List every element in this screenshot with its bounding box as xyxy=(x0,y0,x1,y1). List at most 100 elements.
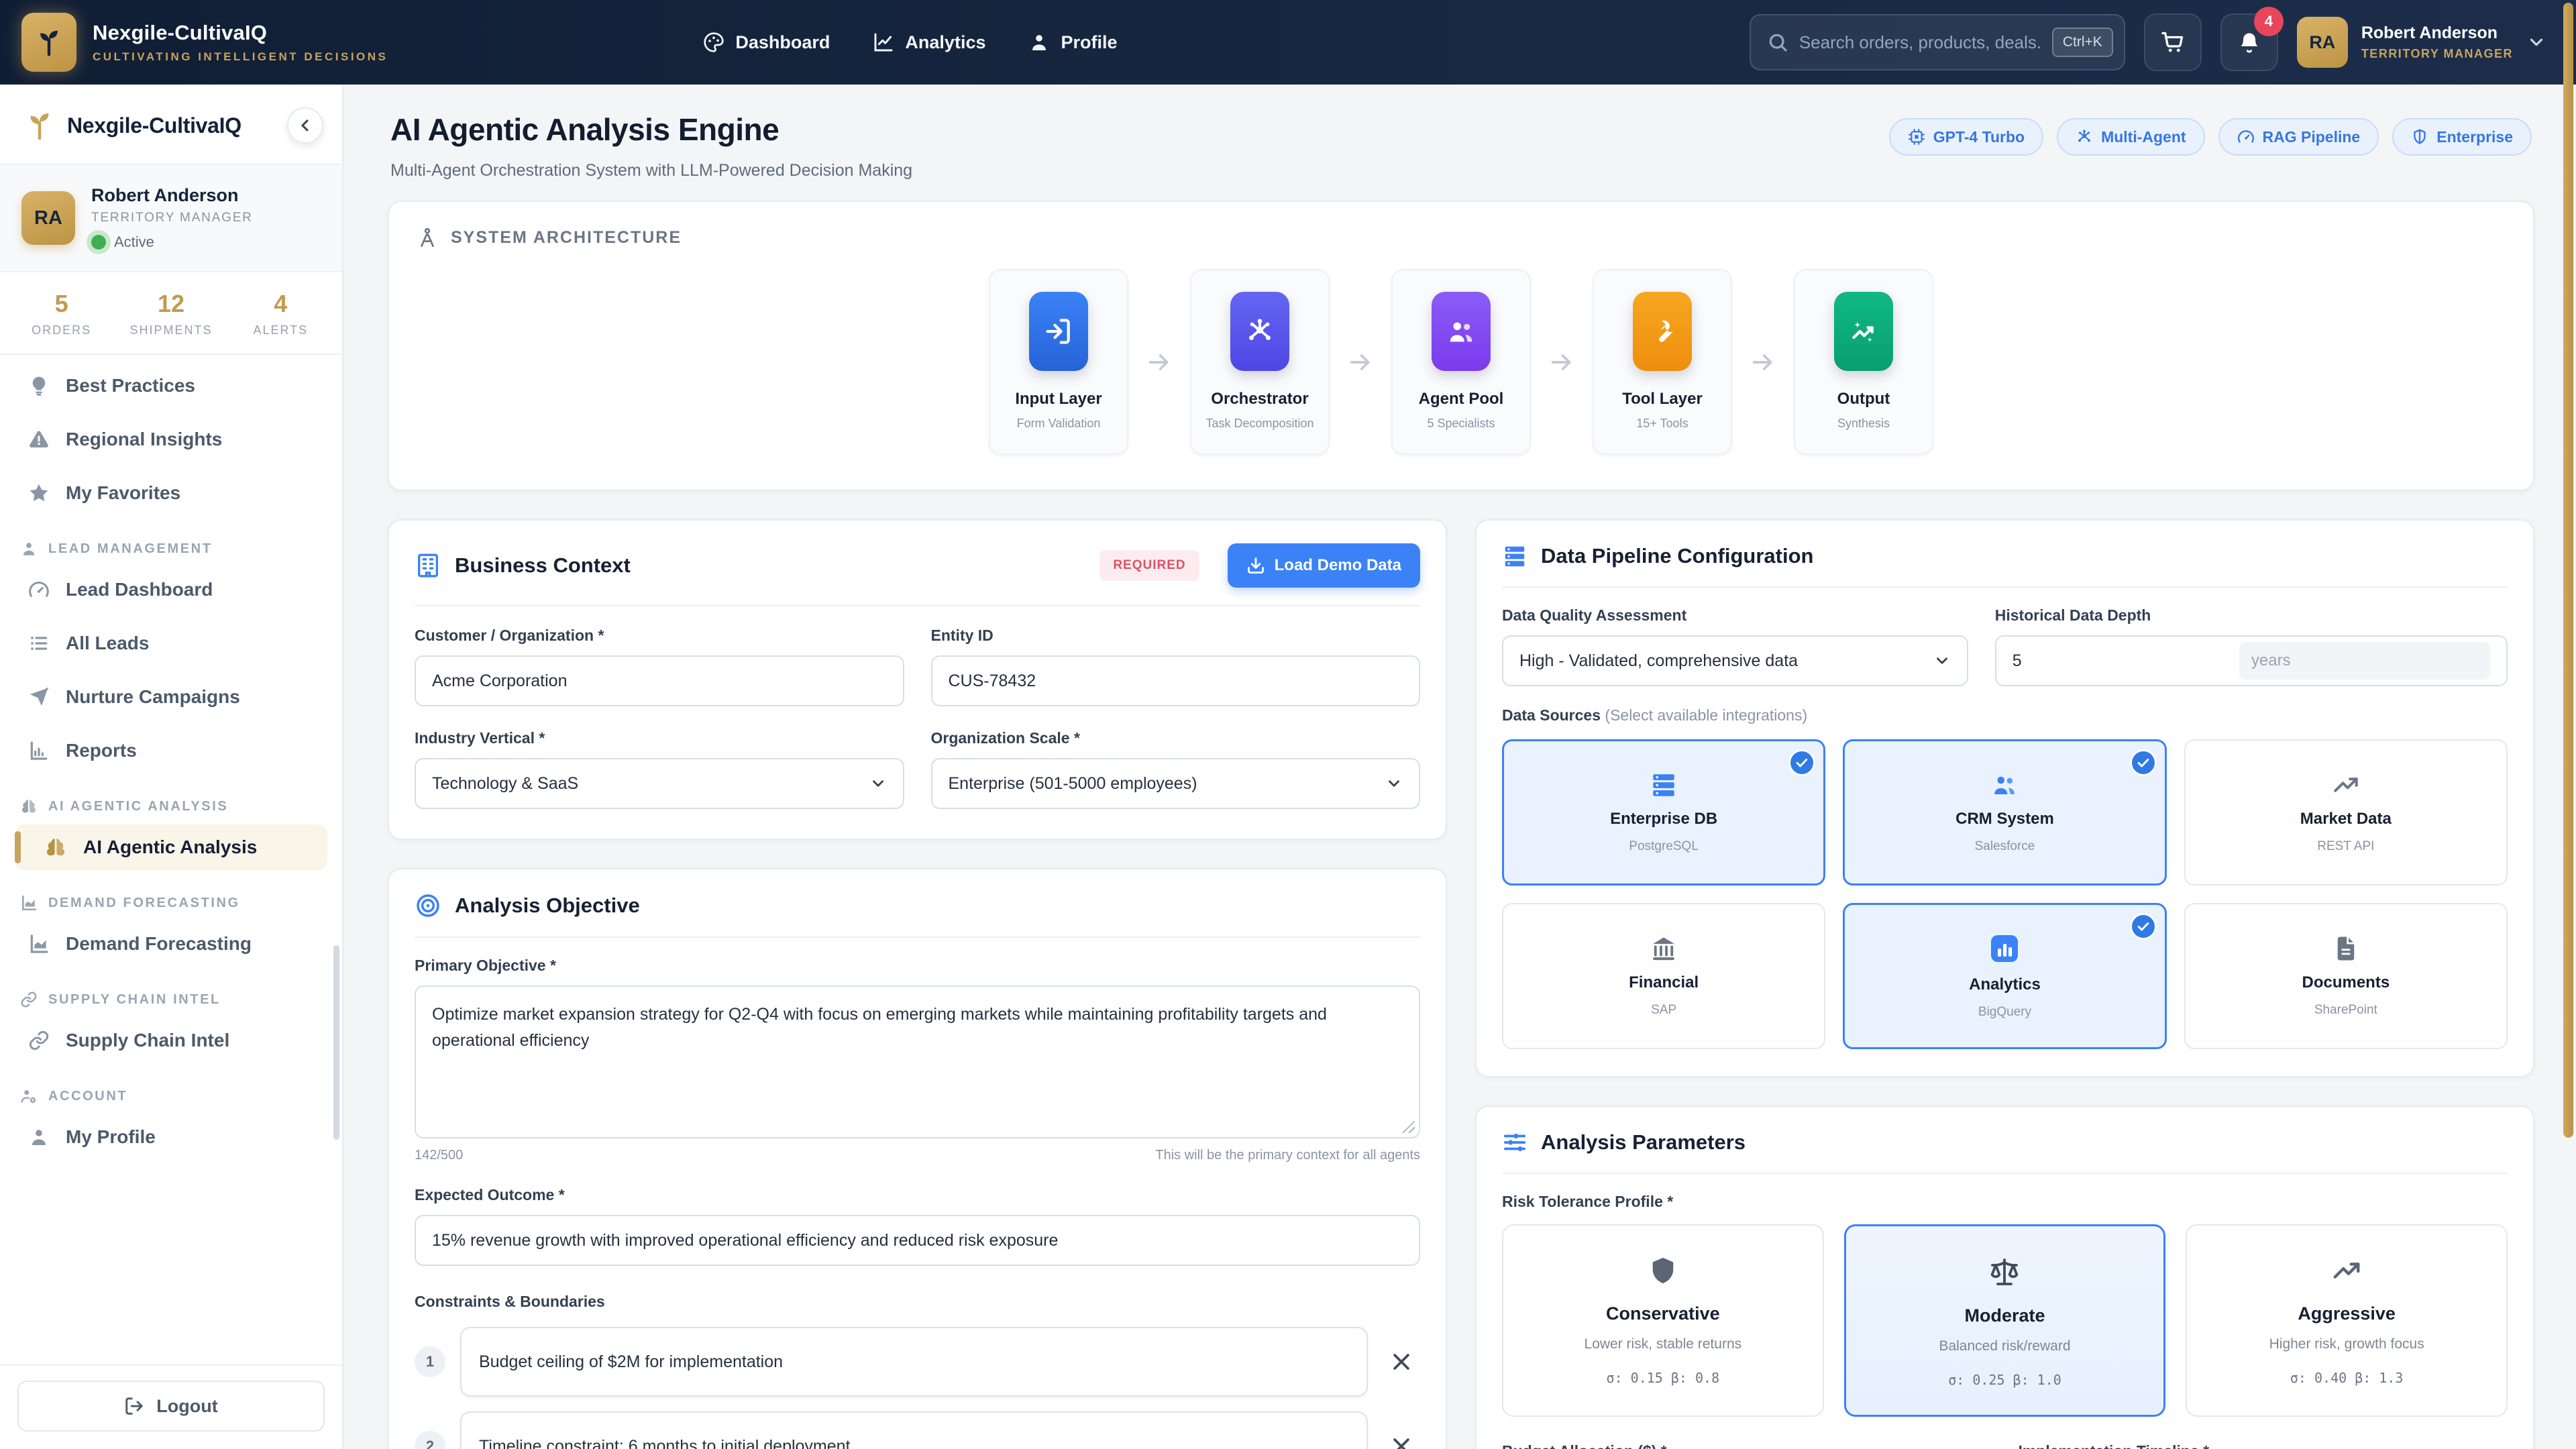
risk-conservative[interactable]: Conservative Lower risk, stable returns … xyxy=(1502,1224,1824,1417)
customer-input[interactable] xyxy=(415,655,904,706)
source-market-data[interactable]: Market Data REST API xyxy=(2184,739,2508,885)
user-menu[interactable]: RA Robert Anderson TERRITORY MANAGER xyxy=(2297,17,2546,68)
data-pipeline-card: Data Pipeline Configuration Data Quality… xyxy=(1475,519,2534,1077)
customer-label: Customer / Organization * xyxy=(415,627,904,645)
sidebar-item-best-practices[interactable]: Best Practices xyxy=(15,363,327,409)
node-sublabel: Synthesis xyxy=(1837,417,1890,431)
entity-id-input[interactable] xyxy=(931,655,1421,706)
badge-label: Multi-Agent xyxy=(2101,128,2186,146)
sidebar-item-label: Reports xyxy=(66,740,137,761)
historical-depth-input[interactable] xyxy=(2012,651,2239,671)
close-icon xyxy=(1390,1350,1413,1373)
timeline-label: Implementation Timeline * xyxy=(2019,1442,2508,1449)
cart-icon xyxy=(2161,30,2185,54)
nav-link-profile[interactable]: Profile xyxy=(1028,32,1117,53)
org-scale-label: Organization Scale * xyxy=(931,729,1421,747)
notifications-button[interactable]: 4 xyxy=(2220,13,2278,71)
card-title: Analysis Objective xyxy=(455,894,640,918)
check-icon xyxy=(2130,749,2157,776)
badge-rag-pipeline: RAG Pipeline xyxy=(2218,118,2379,156)
sidebar-scrollbar[interactable] xyxy=(333,945,339,1140)
org-scale-select[interactable]: Enterprise (501-5000 employees) xyxy=(931,758,1421,809)
sidebar-brand: Nexgile-CultivaIQ xyxy=(67,113,241,138)
arch-node-output: Output Synthesis xyxy=(1794,269,1933,455)
sidebar-item-reports[interactable]: Reports xyxy=(15,728,327,773)
section-title: LEAD MANAGEMENT xyxy=(48,541,213,557)
source-enterprise-db[interactable]: Enterprise DB PostgreSQL xyxy=(1502,739,1825,885)
historical-depth-field: years xyxy=(1995,635,2508,686)
lightbulb-icon xyxy=(28,375,50,396)
search-input[interactable] xyxy=(1799,32,2041,53)
page-scrollbar[interactable] xyxy=(2563,3,2573,1138)
stat-label: ALERTS xyxy=(226,323,335,337)
sidebar-item-nurture-campaigns[interactable]: Nurture Campaigns xyxy=(15,674,327,720)
source-name: Documents xyxy=(2302,973,2390,992)
node-label: Tool Layer xyxy=(1622,390,1703,409)
check-icon xyxy=(1788,749,1815,776)
expected-outcome-input[interactable] xyxy=(415,1215,1420,1266)
nav-link-label: Dashboard xyxy=(735,32,830,53)
entity-id-label: Entity ID xyxy=(931,627,1421,645)
data-quality-label: Data Quality Assessment xyxy=(1502,606,1968,625)
stat-label: ORDERS xyxy=(7,323,116,337)
resize-handle[interactable] xyxy=(1403,1121,1415,1133)
industry-select[interactable]: Technology & SaaS xyxy=(415,758,904,809)
nav-link-dashboard[interactable]: Dashboard xyxy=(703,32,830,53)
risk-aggressive[interactable]: Aggressive Higher risk, growth focus σ: … xyxy=(2186,1224,2508,1417)
depth-unit-suffix: years xyxy=(2239,642,2490,680)
company-logo xyxy=(21,13,76,72)
sidebar-item-my-profile[interactable]: My Profile xyxy=(15,1114,327,1160)
chevron-down-icon xyxy=(869,775,887,792)
sidebar-menu: Best Practices Regional Insights My Favo… xyxy=(0,355,342,1364)
badge-label: RAG Pipeline xyxy=(2263,128,2361,146)
risk-name: Conservative xyxy=(1517,1303,1809,1324)
sidebar-item-label: Nurture Campaigns xyxy=(66,686,240,708)
constraint-input-2[interactable] xyxy=(460,1411,1368,1449)
source-subtitle: SharePoint xyxy=(2314,1003,2377,1018)
constraint-number: 2 xyxy=(415,1431,445,1449)
remove-constraint-button[interactable] xyxy=(1383,1343,1420,1381)
arch-node-orchestrator: Orchestrator Task Decomposition xyxy=(1190,269,1330,455)
risk-profile-grid: Conservative Lower risk, stable returns … xyxy=(1502,1224,2508,1417)
primary-objective-label: Primary Objective * xyxy=(415,957,1420,975)
search-icon xyxy=(1767,32,1788,53)
constraint-input-1[interactable] xyxy=(460,1327,1368,1397)
chevron-down-icon xyxy=(1933,652,1951,669)
sidebar-item-supply-chain-intel[interactable]: Supply Chain Intel xyxy=(15,1018,327,1063)
arch-node-tool-layer: Tool Layer 15+ Tools xyxy=(1593,269,1732,455)
nav-link-label: Analytics xyxy=(905,32,985,53)
data-quality-select[interactable]: High - Validated, comprehensive data xyxy=(1502,635,1968,686)
sidebar-item-my-favorites[interactable]: My Favorites xyxy=(15,470,327,516)
source-subtitle: SAP xyxy=(1651,1003,1676,1018)
sidebar-item-all-leads[interactable]: All Leads xyxy=(15,621,327,666)
risk-moderate[interactable]: Moderate Balanced risk/reward σ: 0.25 β:… xyxy=(1844,1224,2166,1417)
cart-button[interactable] xyxy=(2144,13,2202,71)
arch-node-input-layer: Input Layer Form Validation xyxy=(989,269,1128,455)
risk-description: Lower risk, stable returns xyxy=(1517,1336,1809,1352)
sidebar-item-lead-dashboard[interactable]: Lead Dashboard xyxy=(15,567,327,612)
source-name: CRM System xyxy=(1955,810,2054,828)
source-financial[interactable]: Financial SAP xyxy=(1502,903,1825,1049)
source-analytics[interactable]: Analytics BigQuery xyxy=(1843,903,2166,1049)
nav-link-analytics[interactable]: Analytics xyxy=(873,32,985,53)
source-documents[interactable]: Documents SharePoint xyxy=(2184,903,2508,1049)
remove-constraint-button[interactable] xyxy=(1383,1428,1420,1449)
main-content: AI Agentic Analysis Engine Multi-Agent O… xyxy=(343,85,2576,1449)
status-dot xyxy=(91,235,106,250)
section-ai-agentic-analysis: AI AGENTIC ANALYSIS xyxy=(20,798,322,815)
logout-button[interactable]: Logout xyxy=(17,1381,325,1432)
sidebar-item-regional-insights[interactable]: Regional Insights xyxy=(15,417,327,462)
network-icon xyxy=(1244,316,1275,347)
load-demo-data-button[interactable]: Load Demo Data xyxy=(1228,543,1420,588)
architecture-title: SYSTEM ARCHITECTURE xyxy=(451,228,682,248)
node-sublabel: 15+ Tools xyxy=(1636,417,1688,431)
sidebar-item-ai-agentic-analysis[interactable]: AI Agentic Analysis xyxy=(15,824,327,870)
navbar-brand: Nexgile-CultivaIQ CULTIVATING INTELLIGEN… xyxy=(21,13,388,72)
source-subtitle: Salesforce xyxy=(1975,839,2035,854)
sidebar-item-demand-forecasting[interactable]: Demand Forecasting xyxy=(15,921,327,967)
sidebar-collapse-button[interactable] xyxy=(287,107,323,144)
source-crm-system[interactable]: CRM System Salesforce xyxy=(1843,739,2166,885)
cpu-icon xyxy=(1908,128,1925,146)
card-title: Data Pipeline Configuration xyxy=(1541,544,1813,568)
primary-objective-textarea[interactable]: Optimize market expansion strategy for Q… xyxy=(415,985,1420,1138)
